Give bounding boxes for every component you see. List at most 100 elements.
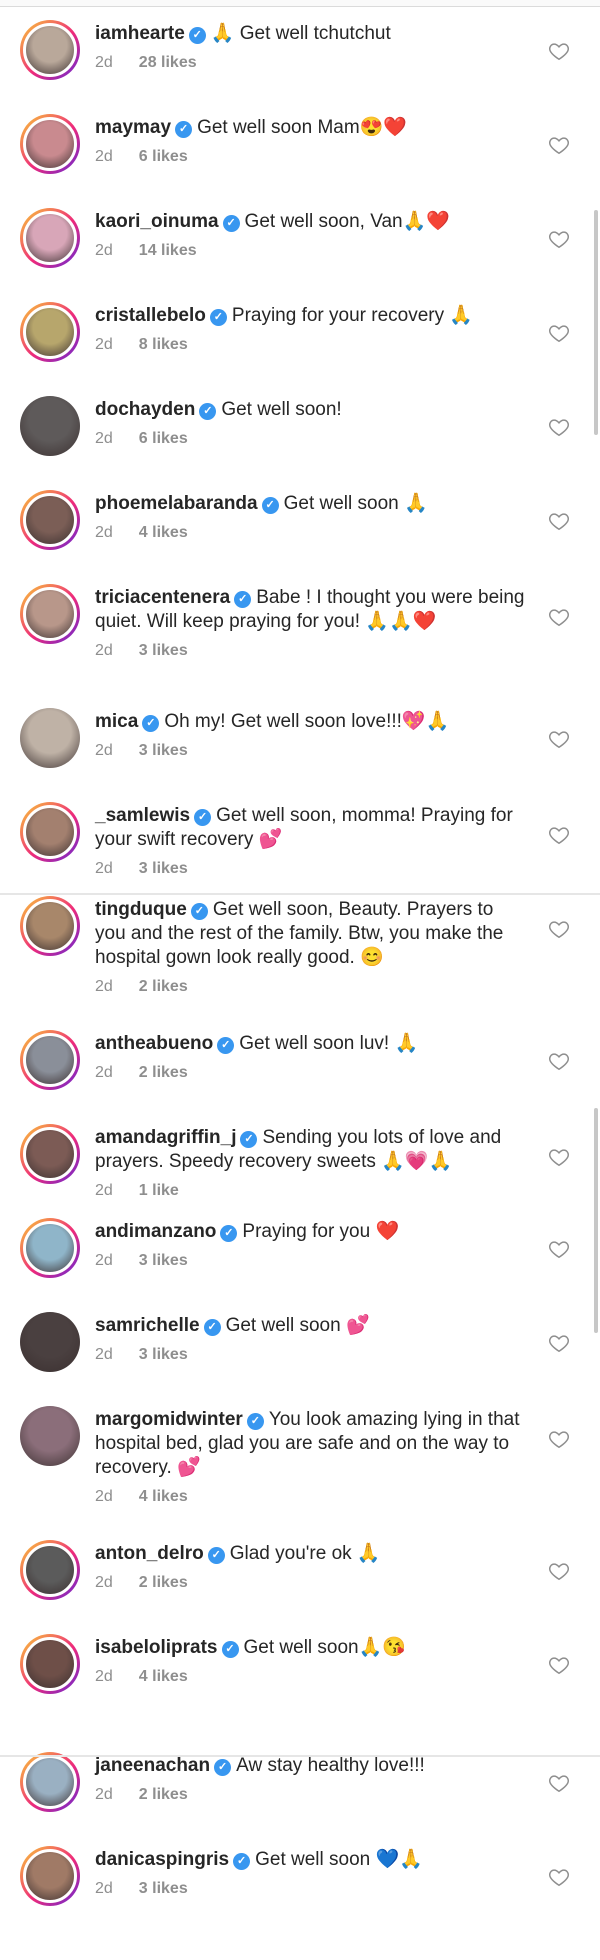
comment-username[interactable]: andimanzano — [95, 1221, 216, 1242]
comment-username[interactable]: _samlewis — [95, 805, 190, 826]
heart-outline-icon[interactable] — [548, 1050, 570, 1072]
comment-username[interactable]: tingduque — [95, 899, 187, 920]
heart-outline-icon[interactable] — [548, 1332, 570, 1354]
avatar[interactable] — [20, 584, 80, 644]
comment-text: Oh my! Get well soon love!!!💖🙏 — [164, 711, 450, 732]
comment-item: margomidwinter ✓ You look amazing lying in… — [0, 1406, 600, 1518]
comment-time: 2d — [95, 1252, 113, 1269]
avatar[interactable] — [20, 490, 80, 550]
comment-likes[interactable]: 3 likes — [139, 860, 188, 877]
avatar-photo — [23, 587, 77, 641]
comment-username[interactable]: triciacentenera — [95, 587, 230, 608]
heart-outline-icon[interactable] — [548, 728, 570, 750]
avatar[interactable] — [20, 20, 80, 80]
comment-item: andimanzano ✓ Praying for you ❤️ 2d 3 likes — [0, 1218, 600, 1282]
comment-body: janeenachan ✓ Aw stay healthy love!!! — [95, 1754, 525, 1778]
heart-outline-icon[interactable] — [548, 606, 570, 628]
comment-likes[interactable]: 14 likes — [139, 242, 197, 259]
comment-username[interactable]: margomidwinter — [95, 1409, 243, 1430]
comment-item: triciacentenera ✓ Babe ! I thought you wer… — [0, 584, 600, 672]
avatar[interactable] — [20, 1540, 80, 1600]
comment-body: anton_delro ✓ Glad you're ok 🙏 — [95, 1542, 525, 1566]
comment-likes[interactable]: 3 likes — [139, 742, 188, 759]
comment-time: 2d — [95, 1574, 113, 1591]
comment-likes[interactable]: 1 like — [139, 1182, 179, 1199]
heart-outline-icon[interactable] — [548, 40, 570, 62]
avatar[interactable] — [20, 1312, 80, 1372]
comment-username[interactable]: maymay — [95, 117, 171, 138]
heart-outline-icon[interactable] — [548, 1146, 570, 1168]
avatar[interactable] — [20, 396, 80, 456]
comment-username[interactable]: amandagriffin_j — [95, 1127, 236, 1148]
comment-username[interactable]: samrichelle — [95, 1315, 200, 1336]
comment-likes[interactable]: 4 likes — [139, 524, 188, 541]
comment-time: 2d — [95, 1668, 113, 1685]
heart-outline-icon[interactable] — [548, 1428, 570, 1450]
heart-outline-icon[interactable] — [548, 824, 570, 846]
comment-meta: 2d 4 likes — [95, 524, 188, 542]
comment-likes[interactable]: 6 likes — [139, 148, 188, 165]
avatar[interactable] — [20, 208, 80, 268]
heart-outline-icon[interactable] — [548, 1238, 570, 1260]
avatar[interactable] — [20, 802, 80, 862]
comment-likes[interactable]: 4 likes — [139, 1668, 188, 1685]
avatar-photo — [23, 305, 77, 359]
comment-likes[interactable]: 4 likes — [139, 1488, 188, 1505]
comment-likes[interactable]: 6 likes — [139, 430, 188, 447]
comment-meta: 2d 3 likes — [95, 1346, 188, 1364]
heart-outline-icon[interactable] — [548, 322, 570, 344]
heart-outline-icon[interactable] — [548, 1772, 570, 1794]
comment-meta: 2d 8 likes — [95, 336, 188, 354]
comment-username[interactable]: danicaspingris — [95, 1849, 229, 1870]
comment-likes[interactable]: 28 likes — [139, 54, 197, 71]
comment-item: samrichelle ✓ Get well soon 💕 2d 3 likes — [0, 1312, 600, 1376]
avatar[interactable] — [20, 1752, 80, 1812]
avatar[interactable] — [20, 1406, 80, 1466]
divider — [0, 1755, 600, 1757]
comment-item: iamhearte ✓ 🙏 Get well tchutchut 2d 28 likes — [0, 20, 600, 84]
heart-outline-icon[interactable] — [548, 416, 570, 438]
comment-username[interactable]: iamhearte — [95, 23, 185, 44]
comment-username[interactable]: mica — [95, 711, 138, 732]
comment-likes[interactable]: 3 likes — [139, 642, 188, 659]
comment-username[interactable]: janeenachan — [95, 1755, 210, 1776]
avatar[interactable] — [20, 302, 80, 362]
heart-outline-icon[interactable] — [548, 1866, 570, 1888]
comment-likes[interactable]: 8 likes — [139, 336, 188, 353]
comment-username[interactable]: dochayden — [95, 399, 195, 420]
comment-time: 2d — [95, 148, 113, 165]
heart-outline-icon[interactable] — [548, 510, 570, 532]
avatar[interactable] — [20, 1030, 80, 1090]
heart-outline-icon[interactable] — [548, 1560, 570, 1582]
comment-likes[interactable]: 2 likes — [139, 1574, 188, 1591]
heart-outline-icon[interactable] — [548, 1654, 570, 1676]
scrollbar[interactable] — [594, 1108, 598, 1333]
comment-text: Aw stay healthy love!!! — [236, 1755, 425, 1776]
avatar[interactable] — [20, 1634, 80, 1694]
verified-badge-icon: ✓ — [190, 903, 208, 920]
comment-likes[interactable]: 3 likes — [139, 1252, 188, 1269]
comment-username[interactable]: isabeloliprats — [95, 1637, 218, 1658]
comment-item: maymay ✓ Get well soon Mam😍❤️ 2d 6 likes — [0, 114, 600, 178]
avatar[interactable] — [20, 708, 80, 768]
avatar[interactable] — [20, 1124, 80, 1184]
avatar[interactable] — [20, 114, 80, 174]
comment-likes[interactable]: 3 likes — [139, 1880, 188, 1897]
comment-likes[interactable]: 2 likes — [139, 1064, 188, 1081]
comment-likes[interactable]: 2 likes — [139, 978, 188, 995]
comment-username[interactable]: phoemelabaranda — [95, 493, 258, 514]
comment-likes[interactable]: 2 likes — [139, 1786, 188, 1803]
avatar[interactable] — [20, 1218, 80, 1278]
comment-likes[interactable]: 3 likes — [139, 1346, 188, 1363]
avatar[interactable] — [20, 896, 80, 956]
avatar[interactable] — [20, 1846, 80, 1906]
comment-username[interactable]: anton_delro — [95, 1543, 204, 1564]
heart-outline-icon[interactable] — [548, 134, 570, 156]
heart-outline-icon[interactable] — [548, 918, 570, 940]
comment-username[interactable]: antheabueno — [95, 1033, 213, 1054]
scrollbar[interactable] — [594, 210, 598, 435]
comment-username[interactable]: cristallebelo — [95, 305, 206, 326]
comment-time: 2d — [95, 642, 113, 659]
heart-outline-icon[interactable] — [548, 228, 570, 250]
comment-username[interactable]: kaori_oinuma — [95, 211, 219, 232]
